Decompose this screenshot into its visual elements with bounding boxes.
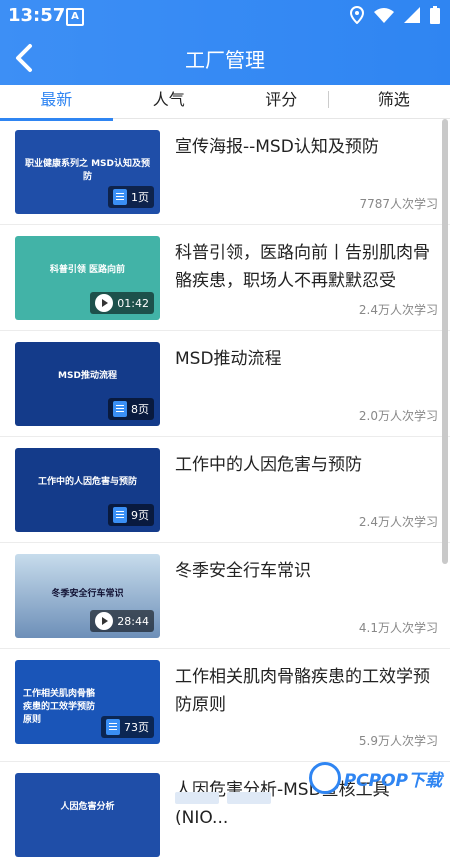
thumbnail: 职业健康系列之 MSD认知及预防 1页 <box>15 130 160 214</box>
thumbnail: 科普引领 医路向前 01:42 <box>15 236 160 320</box>
list-item[interactable]: 工作相关肌肉骨骼疾患的工效学预防原则 73页 工作相关肌肉骨骼疾患的工效学预防原… <box>0 649 450 762</box>
tab-popular[interactable]: 人气 <box>113 85 226 118</box>
learner-count: 4.1万人次学习 <box>359 619 438 636</box>
scrollbar[interactable] <box>442 119 448 564</box>
item-title: 冬季安全行车常识 <box>175 557 438 585</box>
thumbnail-caption: 人因危害分析 <box>23 799 152 812</box>
thumbnail-caption: MSD推动流程 <box>23 368 152 381</box>
thumbnail-caption: 职业健康系列之 MSD认知及预防 <box>23 156 152 182</box>
thumbnail: 冬季安全行车常识 28:44 <box>15 554 160 638</box>
status-time: 13:57 <box>8 5 65 26</box>
thumbnail-caption: 科普引领 医路向前 <box>23 262 152 275</box>
thumbnail-caption: 工作相关肌肉骨骼疾患的工效学预防原则 <box>23 686 100 725</box>
list-item[interactable]: 职业健康系列之 MSD认知及预防 1页 宣传海报--MSD认知及预防 7787人… <box>0 119 450 225</box>
tag-row <box>175 792 271 804</box>
thumbnail-caption: 冬季安全行车常识 <box>23 586 152 599</box>
learner-count: 5.9万人次学习 <box>359 732 438 749</box>
thumbnail: 工作相关肌肉骨骼疾患的工效学预防原则 73页 <box>15 660 160 744</box>
duration-badge: 01:42 <box>90 292 154 314</box>
logo-icon <box>309 762 341 794</box>
item-title: 科普引领，医路向前丨告别肌肉骨骼疾患，职场人不再默默忍受 <box>175 239 438 295</box>
duration-badge: 28:44 <box>90 610 154 632</box>
list-item[interactable]: 冬季安全行车常识 28:44 冬季安全行车常识 4.1万人次学习 <box>0 543 450 649</box>
thumbnail-caption: 工作中的人因危害与预防 <box>23 474 152 487</box>
watermark-logo: PCPOP下载 <box>309 762 442 794</box>
item-title: 宣传海报--MSD认知及预防 <box>175 133 438 161</box>
learner-count: 2.0万人次学习 <box>359 407 438 424</box>
tag <box>175 792 219 804</box>
status-icons <box>350 6 440 24</box>
tab-filter[interactable]: 筛选 <box>338 85 450 118</box>
location-icon <box>350 6 364 24</box>
tab-bar: 最新 人气 评分 筛选 <box>0 85 450 119</box>
page-count-badge: 9页 <box>108 504 154 526</box>
wifi-icon <box>374 7 394 23</box>
battery-icon <box>430 6 440 24</box>
item-title: 工作相关肌肉骨骼疾患的工效学预防原则 <box>175 663 438 719</box>
list-item[interactable]: 科普引领 医路向前 01:42 科普引领，医路向前丨告别肌肉骨骼疾患，职场人不再… <box>0 225 450 331</box>
list-item[interactable]: MSD推动流程 8页 MSD推动流程 2.0万人次学习 <box>0 331 450 437</box>
page-count-badge: 73页 <box>101 716 154 738</box>
signal-icon <box>404 7 420 23</box>
document-icon <box>113 507 127 523</box>
learner-count: 2.4万人次学习 <box>359 301 438 318</box>
page-count-badge: 1页 <box>108 186 154 208</box>
nav-bar: 工厂管理 <box>0 32 450 85</box>
app-header: 13:57 A 工厂管理 <box>0 0 450 85</box>
page-count-badge: 8页 <box>108 398 154 420</box>
list-item[interactable]: 工作中的人因危害与预防 9页 工作中的人因危害与预防 2.4万人次学习 <box>0 437 450 543</box>
document-icon <box>113 189 127 205</box>
play-icon <box>95 294 113 312</box>
page-title: 工厂管理 <box>0 44 450 73</box>
document-icon <box>113 401 127 417</box>
tab-divider <box>328 91 329 108</box>
thumbnail: 工作中的人因危害与预防 9页 <box>15 448 160 532</box>
course-list: 职业健康系列之 MSD认知及预防 1页 宣传海报--MSD认知及预防 7787人… <box>0 119 450 867</box>
document-icon <box>106 719 120 735</box>
item-title: 工作中的人因危害与预防 <box>175 451 438 479</box>
item-title: MSD推动流程 <box>175 345 438 373</box>
thumbnail: 人因危害分析 <box>15 773 160 857</box>
play-icon <box>95 612 113 630</box>
thumbnail: MSD推动流程 8页 <box>15 342 160 426</box>
tag <box>227 792 271 804</box>
learner-count: 7787人次学习 <box>359 195 438 212</box>
status-bar: 13:57 A <box>0 0 450 32</box>
learner-count: 2.4万人次学习 <box>359 513 438 530</box>
notification-icon: A <box>66 8 84 26</box>
tab-latest[interactable]: 最新 <box>0 85 113 118</box>
watermark-text: PCPOP下载 <box>344 766 442 791</box>
tab-rating[interactable]: 评分 <box>225 85 338 118</box>
